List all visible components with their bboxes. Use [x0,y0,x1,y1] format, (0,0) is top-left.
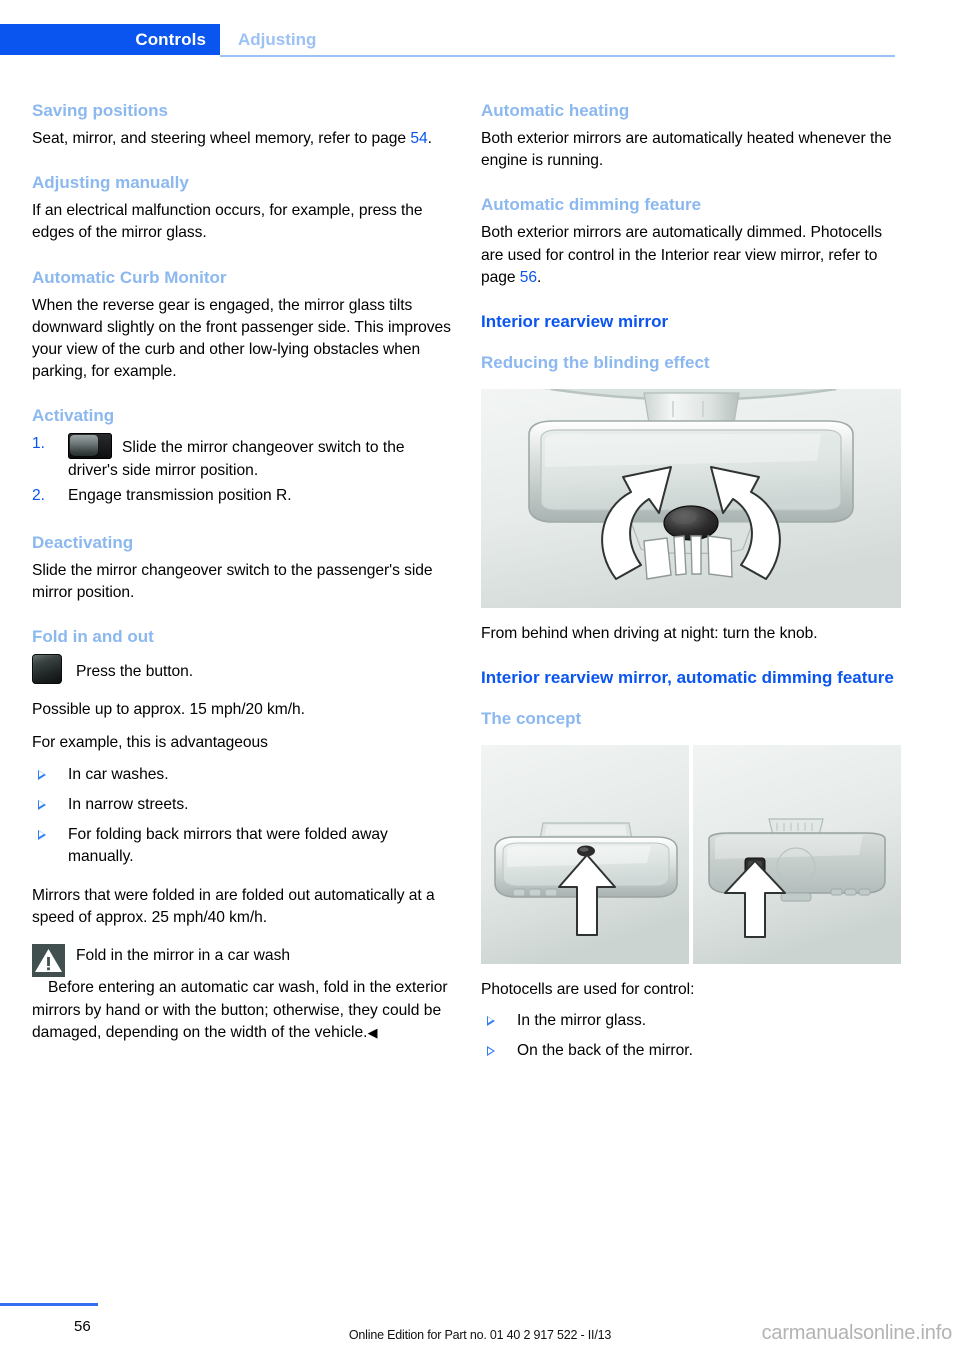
list-item: In narrow streets. [32,794,452,816]
paragraph-photocells-intro: Photocells are used for control: [481,980,695,998]
bullet-text: In car washes. [68,765,169,783]
warning-title: Fold in the mirror in a car wash [76,947,291,965]
header-divider [220,55,895,57]
left-content-column: Saving positions Seat, mirror, and steer… [32,100,452,1044]
header-chapter-tab: Controls [0,24,220,55]
right-content-column: Automatic heating Both exterior mirrors … [481,100,901,1070]
step-number-1: 1. [32,435,46,453]
bullet-text: In narrow streets. [68,795,189,813]
heading-automatic-dimming-feature: Automatic dimming feature [481,195,702,215]
warning-block: Fold in the mirror in a car wash Before … [32,944,452,1043]
heading-the-concept: The concept [481,708,582,728]
warning-triangle-icon [32,944,65,978]
heading-fold-in-and-out: Fold in and out [32,627,154,647]
activating-steps-list: 1. Slide the mirror changeover switch to… [32,433,452,506]
saving-positions-text-a: Seat, mirror, and steering wheel memory,… [32,130,411,148]
advantage-bullet-list: In car washes. In narrow streets. For fo… [32,764,452,869]
triangle-bullet-icon [38,829,46,840]
list-item: For folding back mirrors that were folde… [32,824,452,868]
figure-rearview-mirror-knob [481,388,901,608]
paragraph-press-the-button: Press the button. [32,654,452,685]
step-text-1: Slide the mirror changeover switch to th… [68,439,405,479]
bullet-text: In the mirror glass. [517,1011,647,1029]
warning-text: Before entering an automatic car wash, f… [32,979,448,1041]
triangle-bullet-icon [38,799,46,810]
photocell-bullet-list: In the mirror glass. On the back of the … [481,1010,901,1062]
page-reference-56[interactable]: 56 [520,269,537,286]
step-item-2: 2. Engage transmission position R. [32,485,452,507]
paragraph-adjusting-manually: If an electrical malfunction occurs, for… [32,202,423,242]
header-section-label: Adjusting [238,29,317,49]
paragraph-deactivating: Slide the mirror changeover switch to th… [32,561,433,602]
press-button-text: Press the button. [76,663,194,681]
list-item: In the mirror glass. [481,1010,901,1032]
list-item: On the back of the mirror. [481,1040,901,1062]
header-chapter-label: Controls [135,29,206,49]
paragraph-saving-positions: Seat, mirror, and steering wheel memory,… [32,128,452,150]
site-watermark: carmanualsonline.info [761,1322,953,1344]
step-number-2: 2. [32,486,46,504]
heading-saving-positions: Saving positions [32,101,169,120]
list-item: In car washes. [32,764,452,786]
footer-divider [0,1303,98,1306]
heading-automatic-curb-monitor: Automatic Curb Monitor [32,267,227,287]
paragraph-automatic-dimming: Both exterior mirrors are automatically … [481,222,901,288]
page-reference-54[interactable]: 54 [410,130,427,147]
paragraph-automatic-curb-monitor: When the reverse gear is engaged, the mi… [32,296,451,381]
mirror-changeover-switch-icon [68,433,112,460]
bullet-text: For folding back mirrors that were folde… [68,825,388,865]
heading-automatic-heating: Automatic heating [481,101,630,120]
step-text-2: Engage transmission position R. [68,486,292,504]
warning-body-text: Before entering an automatic car wash, f… [32,977,452,1043]
heading-reducing-blinding-effect: Reducing the blinding effect [481,352,710,372]
page-header: Controls Adjusting [0,0,960,62]
heading-activating: Activating [32,406,115,426]
heading-interior-rearview-mirror-auto-dimming: Interior rearview mirror, automatic dimm… [481,667,894,687]
triangle-bullet-icon [487,1015,495,1026]
automatic-dimming-text-b: . [537,268,542,286]
triangle-bullet-icon [38,769,46,780]
heading-interior-rearview-mirror: Interior rearview mirror [481,311,669,331]
paragraph-possible-speed: Possible up to approx. 15 mph/20 km/h. [32,701,305,719]
fold-mirror-button-icon [32,654,62,685]
bullet-text: On the back of the mirror. [517,1042,693,1059]
step-item-1: 1. Slide the mirror changeover switch to… [32,433,452,481]
figure-photocell-locations [481,744,901,964]
saving-positions-text-b: . [427,130,432,148]
heading-adjusting-manually: Adjusting manually [32,173,189,193]
paragraph-automatic-heating: Both exterior mirrors are automatically … [481,130,892,170]
figure-1-caption: From behind when driving at night: turn … [481,624,818,642]
warning-end-mark: ◀ [367,1024,378,1040]
heading-deactivating: Deactivating [32,532,134,552]
paragraph-for-example: For example, this is advantageous [32,734,268,752]
paragraph-mirrors-folded-out: Mirrors that were folded in are folded o… [32,887,435,927]
triangle-bullet-icon [487,1046,495,1056]
